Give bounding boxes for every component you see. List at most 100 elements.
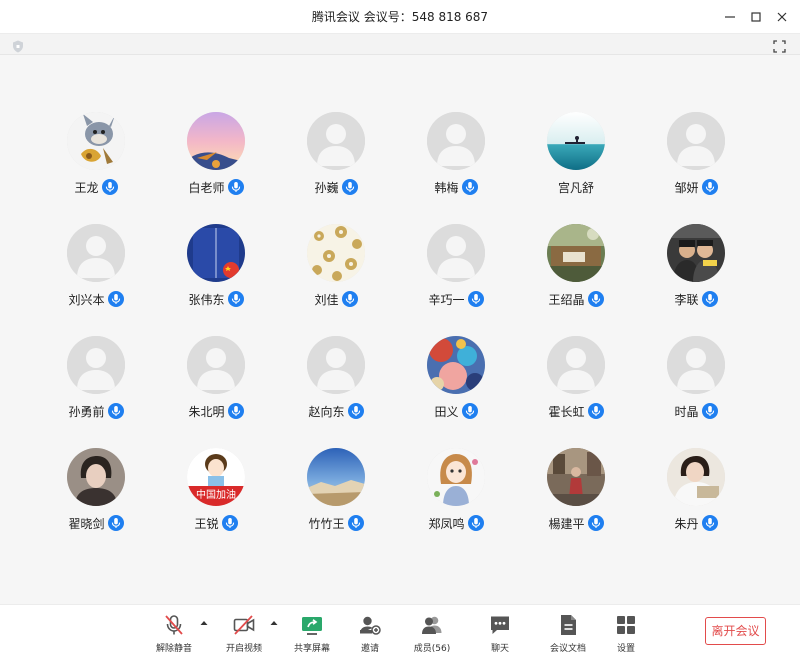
close-icon[interactable] xyxy=(776,11,788,23)
participant-tile[interactable]: 朱北明 xyxy=(156,336,276,448)
mic-icon xyxy=(461,403,478,419)
add-user-icon xyxy=(360,616,381,635)
mic-icon xyxy=(467,515,484,531)
chat-label: 聊天 xyxy=(490,644,509,654)
avatar xyxy=(667,448,725,506)
participant-tile[interactable]: 李联 xyxy=(636,224,756,336)
avatar xyxy=(547,112,605,170)
avatar xyxy=(67,336,125,394)
invite-button[interactable]: 邀请 xyxy=(340,613,400,654)
avatar xyxy=(67,112,125,170)
mic-icon xyxy=(221,515,238,531)
unmute-button[interactable]: 解除静音 xyxy=(144,613,204,654)
participant-tile[interactable]: 王龙 xyxy=(36,112,156,224)
share-screen-icon xyxy=(302,617,322,635)
members-icon xyxy=(422,616,442,634)
participant-tile[interactable]: 宫凡舒 xyxy=(516,112,636,224)
participant-tile[interactable]: 时晶 xyxy=(636,336,756,448)
participant-tile[interactable]: 王绍晶 xyxy=(516,224,636,336)
participant-name: 白老师 xyxy=(188,180,225,195)
participant-name-row: 李联 xyxy=(674,290,718,308)
mic-icon xyxy=(701,179,718,195)
participant-name: 郑凤鸣 xyxy=(428,516,465,531)
participant-name-row: 刘兴本 xyxy=(68,290,124,308)
participant-name: 孙巍 xyxy=(314,180,339,195)
avatar xyxy=(187,112,245,170)
participant-name: 王锐 xyxy=(194,516,219,531)
participant-tile[interactable]: 霍长虹 xyxy=(516,336,636,448)
participant-tile[interactable]: 刘佳 xyxy=(276,224,396,336)
participant-name: 朱北明 xyxy=(188,404,225,419)
chevron-up-icon[interactable] xyxy=(200,619,208,627)
avatar xyxy=(547,336,605,394)
start-video-button[interactable]: 开启视频 xyxy=(214,613,274,654)
security-bar xyxy=(0,34,800,55)
avatar xyxy=(307,224,365,282)
participant-name: 翟晓剑 xyxy=(68,516,105,531)
participant-name: 李联 xyxy=(674,292,699,307)
grid-settings-icon xyxy=(617,616,635,634)
mic-icon xyxy=(227,291,244,307)
participant-tile[interactable]: 赵向东 xyxy=(276,336,396,448)
participant-tile[interactable]: 朱丹 xyxy=(636,448,756,560)
maximize-icon[interactable] xyxy=(750,11,762,23)
members-label: 成员(56) xyxy=(413,644,451,654)
avatar xyxy=(187,224,245,282)
document-icon xyxy=(561,615,576,635)
participant-name-row: 白老师 xyxy=(188,178,244,196)
chat-button[interactable]: 聊天 xyxy=(470,613,530,654)
avatar xyxy=(667,224,725,282)
share-screen-label: 共享屏幕 xyxy=(293,644,330,654)
participant-tile[interactable]: 中国加油 王锐 xyxy=(156,448,276,560)
participant-name-row: 王锐 xyxy=(194,514,238,532)
participant-tile[interactable]: 楊建平 xyxy=(516,448,636,560)
participant-tile[interactable]: 韩梅 xyxy=(396,112,516,224)
mic-icon xyxy=(701,291,718,307)
participant-name: 时晶 xyxy=(674,404,699,419)
participant-tile[interactable]: 孙勇前 xyxy=(36,336,156,448)
mic-icon xyxy=(227,179,244,195)
mic-icon xyxy=(107,291,124,307)
settings-button[interactable]: 设置 xyxy=(596,613,656,654)
participant-name-row: 郑凤鸣 xyxy=(428,514,484,532)
chevron-up-icon[interactable] xyxy=(270,619,278,627)
documents-button[interactable]: 会议文档 xyxy=(538,613,598,654)
participant-tile[interactable]: 白老师 xyxy=(156,112,276,224)
avatar xyxy=(427,112,485,170)
participant-name: 赵向东 xyxy=(308,404,345,419)
documents-label: 会议文档 xyxy=(549,644,586,654)
title-bar: 腾讯会议 会议号：548 818 687 xyxy=(0,0,800,34)
participant-tile[interactable]: 竹竹王 xyxy=(276,448,396,560)
participant-name: 田义 xyxy=(434,404,459,419)
participant-tile[interactable]: 邹妍 xyxy=(636,112,756,224)
participant-name: 刘兴本 xyxy=(68,292,105,307)
chat-icon xyxy=(491,616,509,634)
mic-icon xyxy=(107,403,124,419)
participant-name: 邹妍 xyxy=(674,180,699,195)
avatar xyxy=(667,336,725,394)
mic-icon xyxy=(341,179,358,195)
shield-icon[interactable] xyxy=(12,38,24,53)
mic-icon xyxy=(341,291,358,307)
avatar xyxy=(547,448,605,506)
mic-icon xyxy=(101,179,118,195)
minimize-icon[interactable] xyxy=(724,11,736,23)
mic-icon xyxy=(701,515,718,531)
participant-name-row: 朱北明 xyxy=(188,402,244,420)
participant-tile[interactable]: 翟晓剑 xyxy=(36,448,156,560)
participant-name-row: 辛巧一 xyxy=(428,290,484,308)
participant-tile[interactable]: 刘兴本 xyxy=(36,224,156,336)
participant-tile[interactable]: 辛巧一 xyxy=(396,224,516,336)
members-button[interactable]: 成员(56) xyxy=(402,613,462,654)
participant-tile[interactable]: 孙巍 xyxy=(276,112,396,224)
participant-tile[interactable]: 郑凤鸣 xyxy=(396,448,516,560)
meeting-toolbar: 解除静音 开启视频 共享屏幕 邀请 成员(56) 聊天 会议文档 设置 离开会议 xyxy=(0,604,800,660)
leave-meeting-button[interactable]: 离开会议 xyxy=(705,617,766,645)
avatar xyxy=(547,224,605,282)
participant-tile[interactable]: 张伟东 xyxy=(156,224,276,336)
mic-icon xyxy=(467,291,484,307)
share-screen-button[interactable]: 共享屏幕 xyxy=(282,613,342,654)
participant-tile[interactable]: 田义 xyxy=(396,336,516,448)
unmute-label: 解除静音 xyxy=(155,644,192,654)
fullscreen-icon[interactable] xyxy=(773,38,786,53)
